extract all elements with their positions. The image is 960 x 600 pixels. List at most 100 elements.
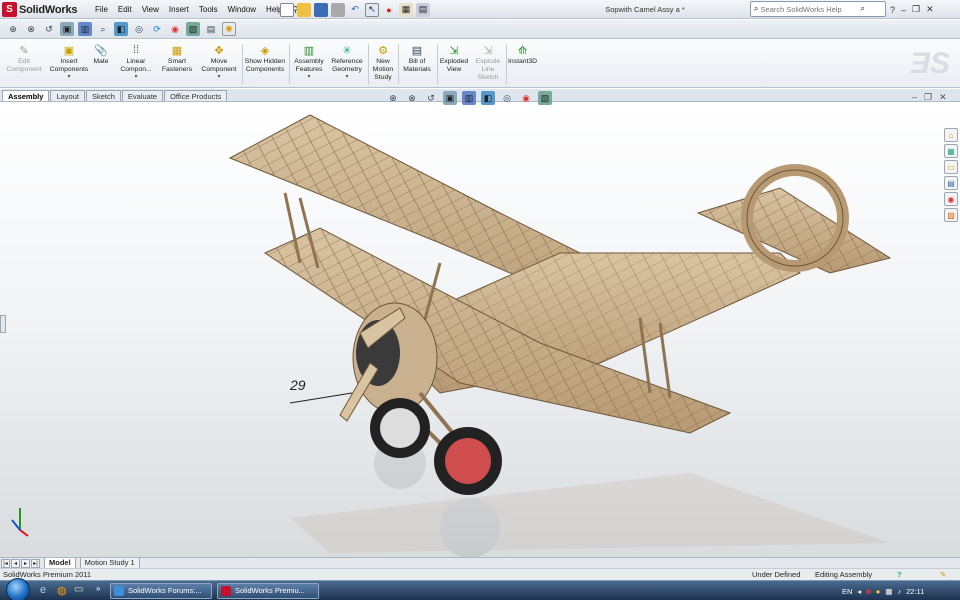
view-orientation-icon[interactable]: ▥ bbox=[462, 91, 476, 105]
tab-assembly[interactable]: Assembly bbox=[2, 90, 50, 101]
scene-icon[interactable]: ▧ bbox=[186, 22, 200, 36]
previous-view-icon[interactable]: ↺ bbox=[424, 91, 438, 105]
taskbar-item-forums[interactable]: SolidWorks Forums:... bbox=[110, 583, 212, 599]
menu-edit[interactable]: Edit bbox=[113, 3, 137, 16]
close-icon[interactable]: ✕ bbox=[926, 4, 934, 15]
rotate-icon[interactable]: ⟳ bbox=[150, 22, 164, 36]
explode-line-sketch-button[interactable]: ⇲ Explode Line Sketch bbox=[472, 43, 504, 82]
help-search-input[interactable] bbox=[760, 4, 861, 14]
dropdown-arrow-icon[interactable]: ▾ bbox=[217, 74, 220, 80]
zoom-to-fit-icon[interactable]: ⊕ bbox=[6, 22, 20, 36]
rebuild-status-icon[interactable]: ✎ bbox=[940, 569, 946, 580]
tab-layout[interactable]: Layout bbox=[50, 90, 85, 101]
smart-fasteners-button[interactable]: ▦ Smart Fasteners bbox=[159, 43, 195, 74]
insert-components-button[interactable]: ▣ Insert Components ▾ bbox=[48, 43, 90, 81]
last-tab-icon[interactable]: ▸| bbox=[31, 558, 40, 568]
network-icon[interactable]: ▦ bbox=[885, 587, 892, 596]
menu-tools[interactable]: Tools bbox=[194, 3, 223, 16]
menu-file[interactable]: File bbox=[90, 3, 113, 16]
scene-icon[interactable]: ▧ bbox=[538, 91, 552, 105]
save-icon[interactable] bbox=[314, 2, 328, 17]
bill-of-materials-button[interactable]: ▤ Bill of Materials bbox=[400, 43, 434, 74]
menu-view[interactable]: View bbox=[137, 3, 164, 16]
undo-icon[interactable]: ↶ bbox=[348, 3, 362, 17]
help-icon[interactable]: ? bbox=[890, 5, 895, 15]
show-desktop-icon[interactable]: ▭ bbox=[74, 584, 83, 595]
new-motion-study-button[interactable]: ⚙ New Motion Study bbox=[369, 43, 397, 82]
close-icon[interactable]: ✕ bbox=[939, 92, 947, 103]
zoom-area-icon[interactable]: ⊗ bbox=[24, 22, 38, 36]
firefox-icon[interactable]: ◍ bbox=[57, 584, 67, 597]
balloon-annotation[interactable]: 29 bbox=[290, 377, 306, 393]
design-library-icon[interactable]: ▦ bbox=[944, 144, 958, 158]
restore-icon[interactable]: ❐ bbox=[912, 4, 920, 15]
feature-manager-grip[interactable] bbox=[0, 315, 6, 333]
tab-motion-study-1[interactable]: Motion Study 1 bbox=[79, 557, 140, 569]
quick-launch-more-icon[interactable]: » bbox=[96, 584, 100, 593]
section-view-icon[interactable]: ▣ bbox=[443, 91, 457, 105]
instant3d-button[interactable]: ⟰ Instant3D bbox=[508, 43, 537, 66]
custom-properties-icon[interactable]: ▧ bbox=[944, 208, 958, 222]
options-icon[interactable]: ▤ bbox=[416, 2, 430, 17]
hide-show-icon[interactable]: ◎ bbox=[500, 91, 514, 105]
folder-icon[interactable]: ▭ bbox=[944, 160, 958, 174]
next-tab-icon[interactable]: ▸ bbox=[21, 558, 30, 568]
new-file-icon[interactable] bbox=[280, 2, 294, 17]
view-settings-icon[interactable]: ▤ bbox=[204, 22, 218, 36]
language-indicator[interactable]: EN bbox=[842, 587, 852, 596]
internet-explorer-icon[interactable]: e bbox=[40, 584, 46, 596]
dropdown-arrow-icon[interactable]: ▾ bbox=[307, 74, 310, 80]
print-icon[interactable] bbox=[331, 2, 345, 17]
first-tab-icon[interactable]: |◂ bbox=[1, 558, 10, 568]
minimize-icon[interactable]: – bbox=[901, 5, 906, 15]
home-icon[interactable]: ⌂ bbox=[944, 128, 958, 142]
hide-show-icon[interactable]: ◎ bbox=[132, 22, 146, 36]
appearance-icon[interactable]: ◉ bbox=[168, 22, 182, 36]
help-search-box[interactable]: ⌕ ⌕ bbox=[750, 1, 886, 17]
quick-tips-icon[interactable]: ? bbox=[897, 569, 902, 580]
minimize-icon[interactable]: – bbox=[912, 92, 917, 103]
prev-tab-icon[interactable]: ◂ bbox=[11, 558, 20, 568]
assembly-features-button[interactable]: ▥ Assembly Features ▾ bbox=[291, 43, 327, 81]
file-properties-icon[interactable]: ▦ bbox=[399, 2, 413, 17]
move-component-button[interactable]: ✥ Move Component ▾ bbox=[199, 43, 239, 81]
tab-evaluate[interactable]: Evaluate bbox=[121, 90, 164, 101]
linear-component-pattern-button[interactable]: ⁞⁞ Linear Compon... ▾ bbox=[117, 43, 155, 80]
view-orientation-icon[interactable]: ▥ bbox=[78, 22, 92, 36]
section-view-icon[interactable]: ▣ bbox=[60, 22, 74, 36]
display-style-icon[interactable]: ◧ bbox=[481, 91, 495, 105]
menu-insert[interactable]: Insert bbox=[164, 3, 194, 16]
reference-geometry-button[interactable]: ✳ Reference Geometry ▾ bbox=[328, 43, 366, 81]
rebuild-icon[interactable]: ● bbox=[382, 3, 396, 17]
sunburst-icon[interactable]: ✺ bbox=[222, 22, 236, 36]
zoom-to-fit-icon[interactable]: ⊕ bbox=[386, 91, 400, 105]
dropdown-arrow-icon[interactable]: ▾ bbox=[345, 74, 348, 80]
zoom-area-icon[interactable]: ⊗ bbox=[405, 91, 419, 105]
taskbar-item-solidworks[interactable]: SolidWorks Premiu... bbox=[217, 583, 319, 599]
tray-expand-icon[interactable]: ◂ bbox=[857, 587, 861, 596]
view-palette-icon[interactable]: ▤ bbox=[944, 176, 958, 190]
tray-update-icon[interactable]: ● bbox=[876, 587, 881, 596]
open-icon[interactable] bbox=[297, 2, 311, 17]
exploded-view-button[interactable]: ⇲ Exploded View bbox=[438, 43, 470, 74]
mate-button[interactable]: 📎 Mate bbox=[93, 43, 109, 66]
solidworks-logo[interactable]: S SolidWorks bbox=[2, 1, 78, 18]
tab-model[interactable]: Model bbox=[44, 557, 76, 569]
clock[interactable]: 22:11 bbox=[906, 587, 924, 596]
restore-icon[interactable]: ❐ bbox=[924, 92, 932, 103]
select-arrow-icon[interactable]: ↖ bbox=[365, 2, 379, 17]
dropdown-arrow-icon[interactable]: ▾ bbox=[67, 74, 70, 80]
edit-component-button[interactable]: ✎ Edit Component bbox=[6, 43, 42, 74]
zoom-icon[interactable]: ⌕ bbox=[96, 22, 110, 36]
dropdown-arrow-icon[interactable]: ▾ bbox=[134, 74, 137, 80]
volume-icon[interactable]: ♪ bbox=[897, 587, 901, 596]
appearance-icon[interactable]: ◉ bbox=[519, 91, 533, 105]
previous-view-icon[interactable]: ↺ bbox=[42, 22, 56, 36]
search-go-icon[interactable]: ⌕ bbox=[860, 4, 864, 14]
show-hidden-components-button[interactable]: ◈ Show Hidden Components bbox=[244, 43, 286, 74]
tray-app-icon[interactable]: ■ bbox=[866, 587, 871, 596]
appearances-icon[interactable]: ◉ bbox=[944, 192, 958, 206]
tab-sketch[interactable]: Sketch bbox=[85, 90, 121, 101]
menu-window[interactable]: Window bbox=[223, 3, 261, 16]
tab-office-products[interactable]: Office Products bbox=[164, 90, 228, 101]
